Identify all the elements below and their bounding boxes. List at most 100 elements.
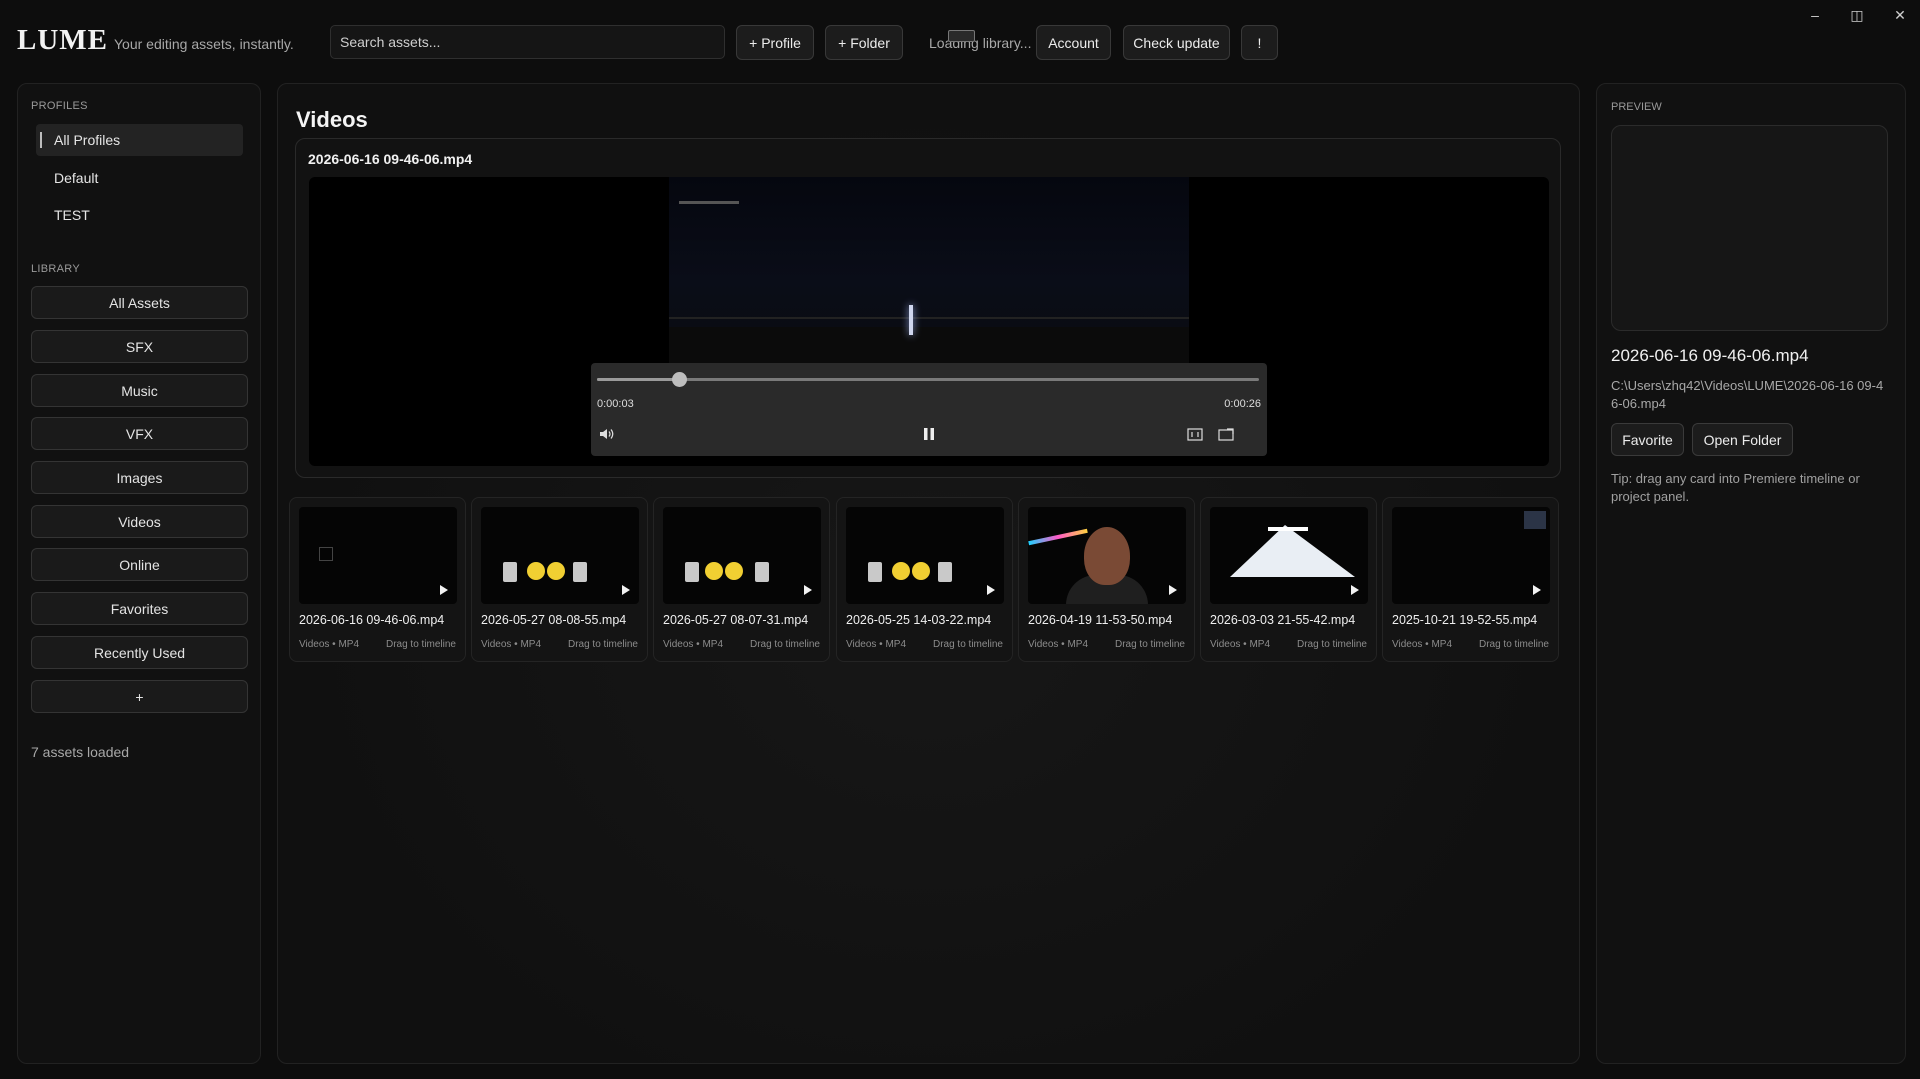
- asset-drag-hint: Drag to timeline: [932, 639, 1003, 650]
- asset-drag-hint: Drag to timeline: [1296, 639, 1367, 650]
- asset-grid: 2026-06-16 09-46-06.mp4 Videos • MP4 Dra…: [289, 497, 1569, 662]
- volume-icon[interactable]: [597, 425, 617, 443]
- search-input[interactable]: [330, 25, 725, 59]
- video-frame-rail: [669, 317, 1189, 319]
- current-time: 0:00:03: [597, 398, 634, 410]
- library-all-assets-button[interactable]: All Assets: [31, 286, 248, 319]
- asset-drag-hint: Drag to timeline: [385, 639, 456, 650]
- library-recently-used-button[interactable]: Recently Used: [31, 636, 248, 669]
- play-icon: [622, 585, 630, 595]
- page-title: Videos: [296, 107, 368, 132]
- video-player-card: 2026-06-16 09-46-06.mp4 0:00:03 0:00:26: [295, 138, 1561, 478]
- top-bar: LUME Your editing assets, instantly. + P…: [0, 0, 1920, 84]
- asset-meta: Videos • MP4: [1210, 639, 1271, 650]
- video-frame: [669, 177, 1189, 366]
- asset-name: 2026-03-03 21-55-42.mp4: [1210, 613, 1356, 627]
- library-online-button[interactable]: Online: [31, 548, 248, 581]
- preview-file-name: 2026-06-16 09-46-06.mp4: [1611, 346, 1809, 365]
- check-update-button[interactable]: Check update: [1123, 25, 1230, 60]
- profile-item-all-profiles[interactable]: All Profiles: [36, 124, 243, 156]
- asset-drag-hint: Drag to timeline: [749, 639, 820, 650]
- assets-count: 7 assets loaded: [31, 744, 130, 760]
- asset-drag-hint: Drag to timeline: [1478, 639, 1549, 650]
- preview-tip: Tip: drag any card into Premiere timelin…: [1611, 471, 1860, 504]
- video-frame-ground: [669, 327, 1189, 366]
- preview-panel: PREVIEW 2026-06-16 09-46-06.mp4 C:\Users…: [1596, 83, 1906, 1064]
- asset-drag-hint: Drag to timeline: [1114, 639, 1185, 650]
- asset-card[interactable]: 2025-10-21 19-52-55.mp4 Videos • MP4 Dra…: [1382, 497, 1559, 662]
- video-frame-detail: [679, 201, 739, 204]
- alert-button[interactable]: !: [1241, 25, 1278, 60]
- player-file-name: 2026-06-16 09-46-06.mp4: [308, 151, 473, 167]
- asset-thumbnail: [299, 507, 457, 604]
- asset-card[interactable]: 2026-03-03 21-55-42.mp4 Videos • MP4 Dra…: [1200, 497, 1377, 662]
- asset-card[interactable]: 2026-05-27 08-08-55.mp4 Videos • MP4 Dra…: [471, 497, 648, 662]
- maximize-icon[interactable]: ◫: [1845, 6, 1869, 24]
- video-frame-light: [909, 305, 913, 335]
- sidebar: PROFILES All Profiles Default TEST LIBRA…: [17, 83, 261, 1064]
- close-icon[interactable]: ✕: [1888, 6, 1912, 24]
- library-vfx-button[interactable]: VFX: [31, 417, 248, 450]
- play-icon: [1351, 585, 1359, 595]
- play-icon: [1533, 585, 1541, 595]
- library-images-button[interactable]: Images: [31, 461, 248, 494]
- add-folder-button[interactable]: + Folder: [825, 25, 903, 60]
- video-surface[interactable]: 0:00:03 0:00:26: [309, 177, 1549, 466]
- main-content: Videos 2026-06-16 09-46-06.mp4 0:00:03 0…: [277, 83, 1580, 1064]
- asset-name: 2026-05-25 14-03-22.mp4: [846, 613, 992, 627]
- asset-name: 2026-05-27 08-08-55.mp4: [481, 613, 627, 627]
- preview-thumbnail: [1611, 125, 1888, 331]
- profile-item-default[interactable]: Default: [36, 162, 243, 194]
- popout-icon[interactable]: [1216, 425, 1236, 443]
- seek-bar[interactable]: [597, 372, 1259, 387]
- account-button[interactable]: Account: [1036, 25, 1111, 60]
- asset-meta: Videos • MP4: [299, 639, 360, 650]
- loading-icon: [948, 30, 975, 42]
- open-folder-button[interactable]: Open Folder: [1692, 423, 1793, 456]
- add-library-button[interactable]: +: [31, 680, 248, 713]
- asset-drag-hint: Drag to timeline: [567, 639, 638, 650]
- play-icon: [987, 585, 995, 595]
- loading-status: Loading library...: [929, 35, 1032, 51]
- seek-progress: [597, 378, 680, 381]
- library-heading: LIBRARY: [31, 263, 80, 275]
- fit-screen-icon[interactable]: [1185, 425, 1205, 443]
- preview-file-path: C:\Users\zhq42\Videos\LUME\2026-06-16 09…: [1611, 378, 1884, 411]
- minimize-icon[interactable]: –: [1803, 6, 1827, 24]
- asset-meta: Videos • MP4: [663, 639, 724, 650]
- pause-icon[interactable]: [919, 425, 939, 443]
- asset-name: 2026-05-27 08-07-31.mp4: [663, 613, 809, 627]
- asset-thumbnail: [663, 507, 821, 604]
- preview-heading: PREVIEW: [1611, 101, 1662, 113]
- asset-card[interactable]: 2026-04-19 11-53-50.mp4 Videos • MP4 Dra…: [1018, 497, 1195, 662]
- asset-meta: Videos • MP4: [481, 639, 542, 650]
- asset-name: 2025-10-21 19-52-55.mp4: [1392, 613, 1538, 627]
- asset-card[interactable]: 2026-06-16 09-46-06.mp4 Videos • MP4 Dra…: [289, 497, 466, 662]
- seek-handle[interactable]: [672, 372, 688, 387]
- profile-item-test[interactable]: TEST: [36, 199, 243, 231]
- library-videos-button[interactable]: Videos: [31, 505, 248, 538]
- library-sfx-button[interactable]: SFX: [31, 330, 248, 363]
- duration-time: 0:00:26: [1224, 398, 1261, 410]
- app-tagline: Your editing assets, instantly.: [114, 36, 294, 52]
- asset-name: 2026-04-19 11-53-50.mp4: [1028, 613, 1173, 627]
- app-logo: LUME: [17, 24, 108, 56]
- asset-card[interactable]: 2026-05-27 08-07-31.mp4 Videos • MP4 Dra…: [653, 497, 830, 662]
- asset-thumbnail: [1210, 507, 1368, 604]
- player-controls: 0:00:03 0:00:26: [591, 363, 1267, 456]
- play-icon: [804, 585, 812, 595]
- play-icon: [440, 585, 448, 595]
- favorite-button[interactable]: Favorite: [1611, 423, 1684, 456]
- asset-thumbnail: [481, 507, 639, 604]
- library-music-button[interactable]: Music: [31, 374, 248, 407]
- asset-meta: Videos • MP4: [1392, 639, 1453, 650]
- profiles-heading: PROFILES: [31, 100, 88, 112]
- library-favorites-button[interactable]: Favorites: [31, 592, 248, 625]
- add-profile-button[interactable]: + Profile: [736, 25, 814, 60]
- play-icon: [1169, 585, 1177, 595]
- asset-thumbnail: [1392, 507, 1550, 604]
- asset-thumbnail: [1028, 507, 1186, 604]
- asset-thumbnail: [846, 507, 1004, 604]
- asset-meta: Videos • MP4: [1028, 639, 1089, 650]
- asset-card[interactable]: 2026-05-25 14-03-22.mp4 Videos • MP4 Dra…: [836, 497, 1013, 662]
